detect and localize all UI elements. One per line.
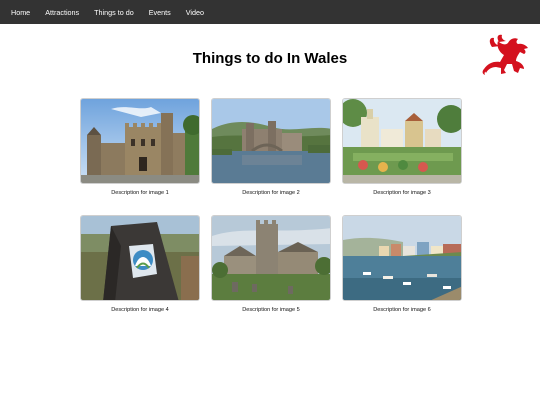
nav-link-home[interactable]: Home bbox=[11, 8, 30, 17]
trail-marker-image[interactable] bbox=[80, 215, 200, 301]
welsh-dragon-icon bbox=[480, 33, 532, 77]
gallery-card[interactable]: Description for image 1 bbox=[80, 98, 200, 196]
gallery-card[interactable]: Description for image 3 bbox=[342, 98, 462, 196]
image-caption: Description for image 2 bbox=[242, 190, 300, 196]
nav-link-attractions[interactable]: Attractions bbox=[45, 8, 79, 17]
image-caption: Description for image 5 bbox=[242, 307, 300, 313]
gallery-card[interactable]: Description for image 4 bbox=[80, 215, 200, 313]
image-caption: Description for image 1 bbox=[111, 190, 169, 196]
gallery-card[interactable]: Description for image 5 bbox=[211, 215, 331, 313]
top-navigation-bar: Home Attractions Things to do Events Vid… bbox=[0, 0, 540, 24]
nav-link-video[interactable]: Video bbox=[186, 8, 204, 17]
nav-link-things-to-do[interactable]: Things to do bbox=[94, 8, 134, 17]
gallery-card[interactable]: Description for image 6 bbox=[342, 215, 462, 313]
nav-link-events[interactable]: Events bbox=[149, 8, 171, 17]
castle-river-image[interactable] bbox=[211, 98, 331, 184]
village-image[interactable] bbox=[342, 98, 462, 184]
image-caption: Description for image 4 bbox=[111, 307, 169, 313]
harbour-town-image[interactable] bbox=[342, 215, 462, 301]
castle-image[interactable] bbox=[80, 98, 200, 184]
image-caption: Description for image 6 bbox=[373, 307, 431, 313]
gallery-card[interactable]: Description for image 2 bbox=[211, 98, 331, 196]
page-title: Things to do In Wales bbox=[192, 50, 348, 67]
image-caption: Description for image 3 bbox=[373, 190, 431, 196]
cathedral-image[interactable] bbox=[211, 215, 331, 301]
